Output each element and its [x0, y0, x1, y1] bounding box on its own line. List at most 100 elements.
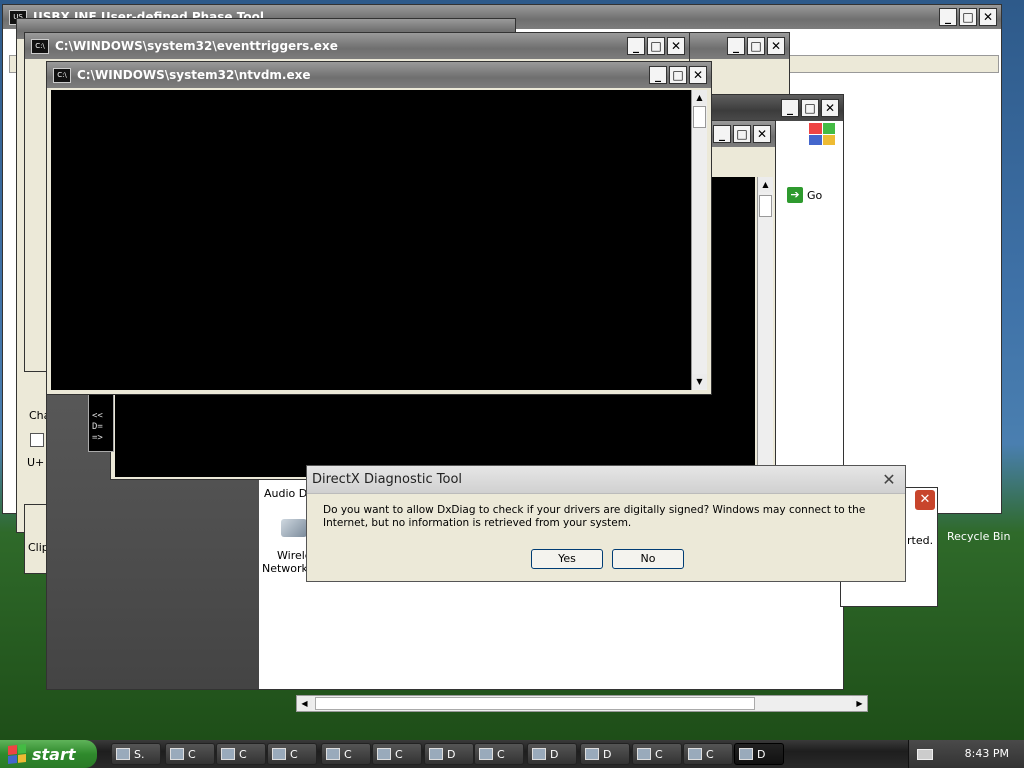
ntvdm-scrollbar[interactable]: ▲ ▼	[691, 90, 707, 390]
window-icon	[585, 748, 599, 760]
taskbar-button[interactable]: C	[474, 743, 524, 765]
system-tray: 8:43 PM	[908, 740, 1024, 768]
ntvdm-titlebar[interactable]: C:\ C:\WINDOWS\system32\ntvdm.exe _ □ ✕	[47, 62, 711, 88]
start-button[interactable]: start	[0, 740, 97, 768]
maximize-button[interactable]: □	[733, 125, 751, 143]
no-button[interactable]: No	[612, 549, 684, 569]
start-label: start	[32, 744, 76, 764]
window-icon	[170, 748, 184, 760]
maximize-button[interactable]: □	[959, 8, 977, 26]
close-button[interactable]: ✕	[753, 125, 771, 143]
scroll-thumb[interactable]	[759, 195, 772, 217]
taskbar-button-label: D	[757, 747, 766, 761]
maximize-button[interactable]: □	[747, 37, 765, 55]
taskbar-button[interactable]: D	[734, 743, 784, 765]
window-icon	[739, 748, 753, 760]
taskbar-button-label: C	[344, 747, 352, 761]
taskbar-button[interactable]: C	[216, 743, 266, 765]
window-icon	[479, 748, 493, 760]
minimize-button[interactable]: _	[627, 37, 645, 55]
taskbar-button-label: D	[550, 747, 559, 761]
window-icon	[688, 748, 702, 760]
eventtriggers-titlebar[interactable]: C:\ C:\WINDOWS\system32\eventtriggers.ex…	[25, 33, 689, 59]
maximize-button[interactable]: □	[669, 66, 687, 84]
window-icon	[532, 748, 546, 760]
directx-dialog[interactable]: DirectX Diagnostic Tool ✕ Do you want to…	[306, 465, 906, 582]
eventtriggers-title: C:\WINDOWS\system32\eventtriggers.exe	[55, 39, 338, 53]
window-icon	[221, 748, 235, 760]
console-icon: C:\	[53, 67, 71, 83]
taskbar-button[interactable]: S.	[111, 743, 161, 765]
taskbar-button-label: C	[239, 747, 247, 761]
ntvdm-screen	[51, 90, 691, 390]
taskbar-button-label: C	[188, 747, 196, 761]
horizontal-scrollbar[interactable]: ◀ ▶	[296, 695, 868, 712]
minimize-button[interactable]: _	[649, 66, 667, 84]
scroll-thumb[interactable]	[693, 106, 706, 128]
window-icon	[429, 748, 443, 760]
scroll-down-button[interactable]: ▼	[692, 374, 707, 389]
taskbar-button-label: C	[706, 747, 714, 761]
window-icon	[377, 748, 391, 760]
close-button[interactable]: ✕	[689, 66, 707, 84]
dialog-title: DirectX Diagnostic Tool	[312, 472, 463, 487]
taskbar: start S. C C C C C D C D D C C D 8:43 PM	[0, 740, 1024, 768]
window-icon	[637, 748, 651, 760]
partial-u-label: U+	[27, 456, 45, 469]
taskbar-button-label: D	[447, 747, 456, 761]
notice-text: rted.	[907, 534, 934, 547]
taskbar-button[interactable]: D	[580, 743, 630, 765]
go-button[interactable]: ➔ Go	[787, 185, 839, 205]
partial-checkbox[interactable]	[30, 433, 44, 447]
taskbar-button[interactable]: C	[321, 743, 371, 765]
taskbar-button[interactable]: C	[683, 743, 733, 765]
taskbar-button[interactable]: C	[165, 743, 215, 765]
wireless-network-icon[interactable]	[281, 519, 307, 537]
notice-close-button[interactable]: ✕	[915, 490, 935, 510]
taskbar-button[interactable]: C	[372, 743, 422, 765]
desktop: US USBX INF User-defined Phase Tool _ □ …	[0, 0, 1024, 740]
recycle-bin-label[interactable]: Recycle Bin	[947, 530, 1010, 543]
dialog-close-button[interactable]: ✕	[879, 470, 899, 490]
close-button[interactable]: ✕	[767, 37, 785, 55]
yes-button[interactable]: Yes	[531, 549, 603, 569]
taskbar-button-label: D	[603, 747, 612, 761]
taskbar-button-label: C	[655, 747, 663, 761]
window-icon	[272, 748, 286, 760]
maximize-button[interactable]: □	[801, 99, 819, 117]
taskbar-button[interactable]: D	[527, 743, 577, 765]
console-icon: C:\	[31, 38, 49, 54]
window-icon	[326, 748, 340, 760]
go-arrow-icon: ➔	[787, 187, 803, 203]
taskbar-button-label: C	[395, 747, 403, 761]
taskbar-button[interactable]: C	[632, 743, 682, 765]
console-window-3[interactable]: << D= =>	[88, 388, 114, 452]
keyboard-icon[interactable]	[917, 749, 933, 760]
scroll-up-button[interactable]: ▲	[758, 177, 773, 192]
taskbar-button-label: C	[497, 747, 505, 761]
console2-scrollbar[interactable]: ▲	[757, 177, 773, 477]
taskbar-button[interactable]: D	[424, 743, 474, 765]
close-button[interactable]: ✕	[667, 37, 685, 55]
dialog-titlebar[interactable]: DirectX Diagnostic Tool ✕	[307, 466, 905, 494]
clock[interactable]: 8:43 PM	[965, 747, 1009, 760]
window-icon	[116, 748, 130, 760]
hscroll-thumb[interactable]	[315, 697, 755, 710]
ntvdm-title: C:\WINDOWS\system32\ntvdm.exe	[77, 68, 311, 82]
scroll-up-button[interactable]: ▲	[692, 90, 707, 105]
windows-logo-icon	[809, 123, 835, 145]
minimize-button[interactable]: _	[781, 99, 799, 117]
taskbar-button[interactable]: C	[267, 743, 317, 765]
close-button[interactable]: ✕	[821, 99, 839, 117]
minimize-button[interactable]: _	[939, 8, 957, 26]
dialog-message: Do you want to allow DxDiag to check if …	[323, 504, 866, 529]
network-label: Network	[262, 562, 308, 575]
minimize-button[interactable]: _	[713, 125, 731, 143]
maximize-button[interactable]: □	[647, 37, 665, 55]
minimize-button[interactable]: _	[727, 37, 745, 55]
scroll-left-button[interactable]: ◀	[297, 696, 312, 711]
scroll-right-button[interactable]: ▶	[852, 696, 867, 711]
ntvdm-window[interactable]: C:\ C:\WINDOWS\system32\ntvdm.exe _ □ ✕ …	[46, 61, 712, 395]
close-button[interactable]: ✕	[979, 8, 997, 26]
windows-flag-icon	[8, 744, 26, 764]
